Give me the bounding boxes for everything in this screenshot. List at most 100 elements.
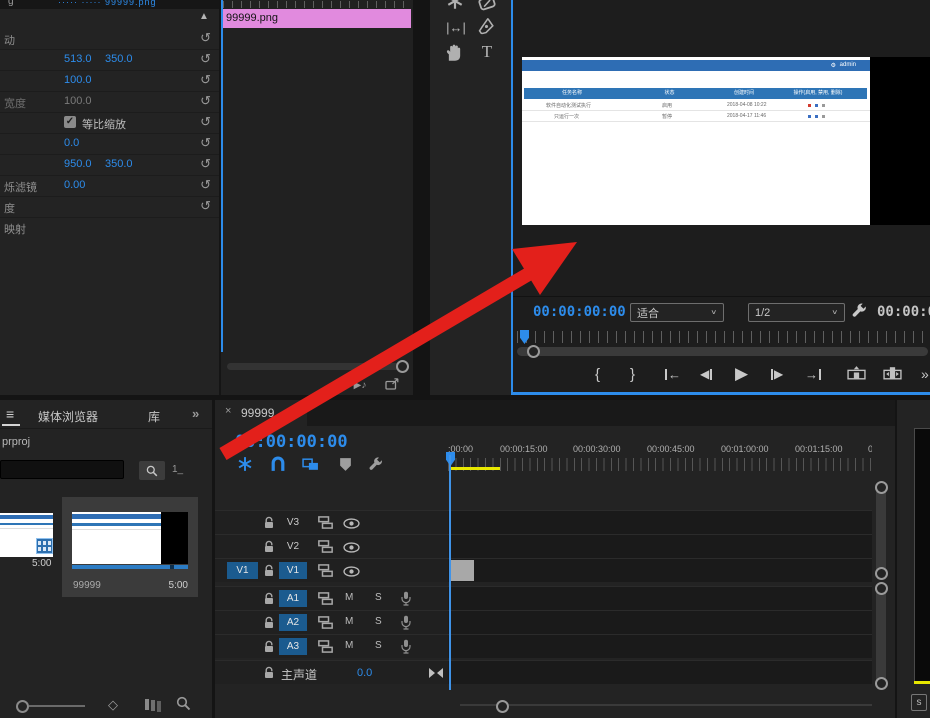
track-content[interactable] [448,511,872,534]
view-mode-icon[interactable] [145,699,149,710]
linked-selection-icon[interactable] [302,458,319,471]
bowtie-keyframe-icon[interactable] [428,668,444,678]
anchor-x-value[interactable]: 950.0 [64,158,92,170]
track-target-v2[interactable]: V2 [279,538,307,555]
lock-icon[interactable] [263,564,275,578]
type-tool-icon[interactable]: T [478,42,496,62]
reset-parameter-button[interactable]: ↺ [200,51,211,67]
track-target-a3[interactable]: A3 [279,638,307,655]
tab-library[interactable]: 库 [148,408,160,425]
lock-icon[interactable] [263,516,275,530]
reset-parameter-button[interactable]: ↺ [200,93,211,109]
scrollbar-handle[interactable] [527,345,540,358]
track-target-a2[interactable]: A2 [279,614,307,631]
toggle-track-output-eye-icon[interactable] [343,542,360,553]
position-x-value[interactable]: 513.0 [64,53,92,65]
step-forward-button[interactable]: ▶ [771,362,783,386]
voiceover-mic-icon[interactable] [400,639,412,654]
playback-resolution-dropdown[interactable]: 1/2∨ [748,303,845,322]
scale-value[interactable]: 100.0 [64,74,92,86]
close-icon[interactable]: × [225,405,231,417]
lock-icon[interactable] [263,592,275,606]
sync-lock-icon[interactable] [318,540,333,553]
zoom-slider-track[interactable] [29,705,85,707]
track-content[interactable] [448,535,872,558]
fit-zoom-dropdown[interactable]: 适合∨ [630,303,724,322]
extract-button[interactable] [883,366,902,380]
tab-overflow-chevron[interactable]: » [192,406,199,421]
scrollbar-handle[interactable] [496,700,509,713]
mini-hscrollbar[interactable] [227,363,409,370]
toggle-track-output-eye-icon[interactable] [343,518,360,529]
razor-tool-icon[interactable] [478,0,498,12]
toggle-track-output-eye-icon[interactable] [343,566,360,577]
track-target-a1[interactable]: A1 [279,590,307,607]
track-content[interactable] [448,611,872,634]
hand-tool-icon[interactable] [445,44,463,62]
timeline-tab-active[interactable]: × 99999 [215,400,307,426]
project-item-thumbnail[interactable] [72,512,188,564]
audio-tracks-vscrollbar[interactable] [876,584,886,688]
sync-lock-icon[interactable] [318,616,333,629]
reset-parameter-button[interactable]: ↺ [200,72,211,88]
lift-button[interactable] [847,366,866,380]
project-item-selected[interactable]: 99999 5:00 [62,497,198,597]
timeline-hscrollbar[interactable] [448,700,872,710]
solo-button[interactable]: S [375,592,382,603]
sync-lock-icon[interactable] [318,564,333,577]
rotation-value[interactable]: 0.0 [64,137,79,149]
slip-tool-icon[interactable]: |↔| [440,17,472,37]
zoom-slider-handle[interactable] [16,700,29,713]
export-frame-icon[interactable] [385,378,399,390]
reset-parameter-button[interactable]: ↺ [200,135,211,151]
scrollbar-handle[interactable] [396,360,409,373]
video-tracks-vscrollbar[interactable] [876,483,886,578]
timeline-view-toggle[interactable]: ▲ [199,11,209,22]
anchor-y-value[interactable]: 350.0 [105,158,133,170]
clip-on-v1[interactable] [450,560,474,581]
go-to-in-button[interactable]: ← [665,362,681,386]
add-marker-icon[interactable] [339,457,352,472]
timeline-playhead-line[interactable] [449,455,451,690]
sync-lock-icon[interactable] [318,640,333,653]
sync-lock-icon[interactable] [318,516,333,529]
find-icon[interactable] [176,696,191,711]
thumbnail-scrubber[interactable] [72,565,188,569]
scrollbar-handle[interactable] [875,567,888,580]
program-hscrollbar[interactable] [517,347,928,356]
antiflicker-value[interactable]: 0.00 [64,179,85,191]
project-item-thumbnail[interactable] [0,513,53,557]
reset-parameter-button[interactable]: ↺ [200,198,211,214]
insert-overwrite-nest-icon[interactable] [237,456,253,472]
clip-bar-99999[interactable]: 99999.png [222,9,411,28]
mute-button[interactable]: M [345,616,353,627]
lock-icon[interactable] [263,640,275,654]
meter-solo-button[interactable]: s [911,694,927,711]
source-patch-v1[interactable]: V1 [227,562,258,579]
more-buttons-chevron[interactable]: » [921,362,929,386]
search-in-bin-button[interactable] [139,461,165,480]
voiceover-mic-icon[interactable] [400,615,412,630]
timeline-settings-wrench-icon[interactable] [368,456,384,472]
scrollbar-handle[interactable] [875,677,888,690]
timeline-ruler[interactable]: :00:00 00:00:15:00 00:00:30:00 00:00:45:… [448,440,872,474]
pen-tool-icon[interactable] [477,17,497,37]
go-to-out-button[interactable]: → [805,362,821,386]
lock-icon[interactable] [263,540,275,554]
track-target-v1[interactable]: V1 [279,562,307,579]
play-audio-only-icon[interactable]: ▶♪ [349,378,371,392]
mute-button[interactable]: M [345,640,353,651]
scrollbar-handle[interactable] [875,481,888,494]
lock-icon[interactable] [263,666,275,680]
track-target-v3[interactable]: V3 [279,514,307,531]
mini-playhead[interactable] [221,0,223,352]
mini-ruler-ticks[interactable] [223,1,411,8]
reset-parameter-button[interactable]: ↺ [200,177,211,193]
track-content[interactable] [448,661,872,684]
icon-size-diamond-icon[interactable]: ◇ [108,697,118,713]
tool-cropped-top-left[interactable] [446,0,466,12]
program-current-timecode[interactable]: 00:00:00:00 [533,304,626,320]
reset-parameter-button[interactable]: ↺ [200,114,211,130]
sync-lock-icon[interactable] [318,592,333,605]
reset-parameter-button[interactable]: ↺ [200,30,211,46]
